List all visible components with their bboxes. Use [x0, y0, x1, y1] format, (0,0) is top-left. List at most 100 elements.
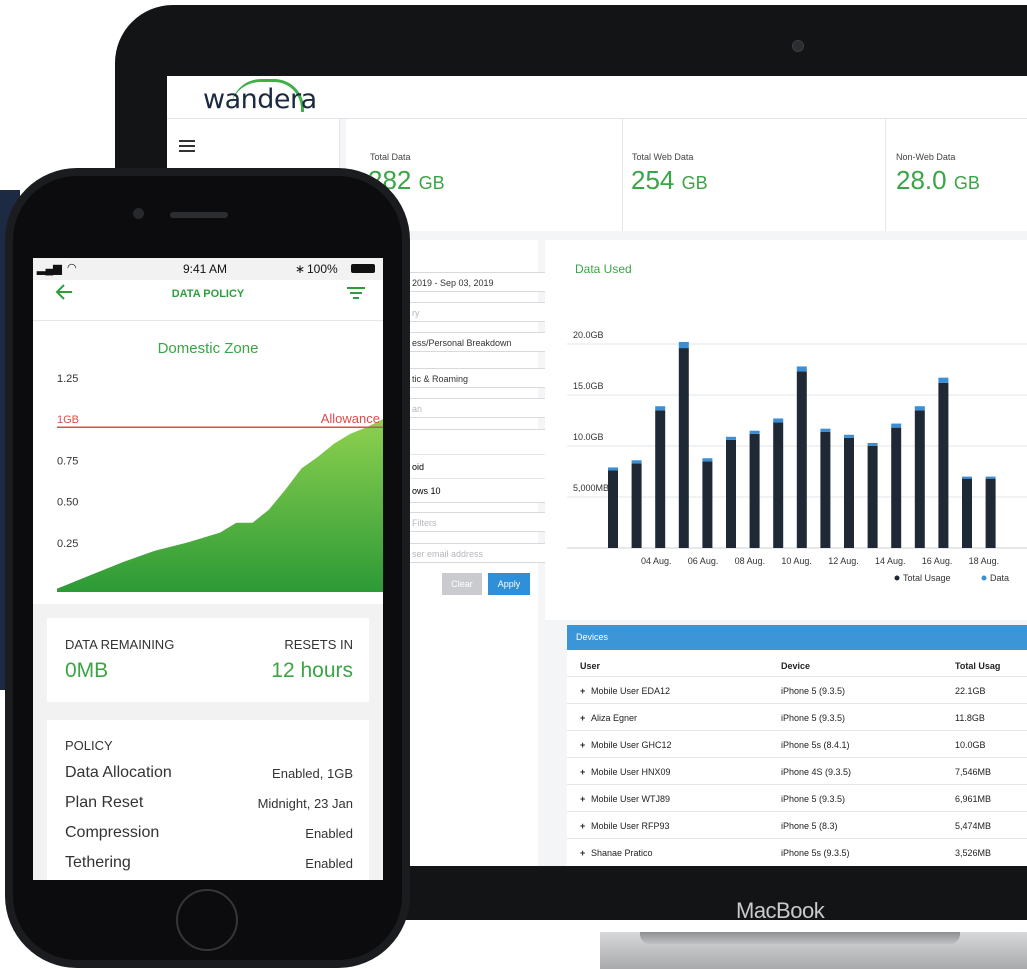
table-row[interactable]: + Shanae Pratico iPhone 5s (9.3.5) 3,526MB: [567, 838, 1027, 866]
bar-total-usage[interactable]: [655, 410, 666, 548]
bar-total-usage[interactable]: [914, 410, 925, 548]
y-tick-label: 0.25: [57, 538, 78, 550]
bar-data-segment[interactable]: [820, 428, 831, 432]
expand-icon[interactable]: +: [580, 821, 585, 831]
col-header-device[interactable]: Device: [781, 661, 810, 671]
policy-row-label: Plan Reset: [65, 794, 144, 811]
table-row[interactable]: + Mobile User EDA12 iPhone 5 (9.3.5) 22.1GB: [567, 676, 1027, 704]
bar-data-segment[interactable]: [773, 418, 784, 423]
os-list: oid ows 10: [405, 429, 563, 503]
bar-data-segment[interactable]: [844, 434, 854, 438]
expand-icon[interactable]: +: [580, 740, 585, 750]
cell-device: iPhone 5 (8.3): [781, 821, 838, 831]
table-row[interactable]: + Mobile User GHC12 iPhone 5s (8.4.1) 10.0G…: [567, 730, 1027, 758]
expand-icon[interactable]: +: [580, 794, 585, 804]
policy-row-label: Tethering: [65, 854, 131, 871]
bar-total-usage[interactable]: [631, 463, 642, 548]
zone-title: Domestic Zone: [157, 340, 259, 357]
bar-total-usage[interactable]: [749, 433, 760, 548]
legend-marker: [894, 575, 900, 581]
table-row[interactable]: + Aliza Egner iPhone 5 (9.3.5) 11.8GB: [567, 703, 1027, 731]
stat-value: 254 GB: [631, 165, 708, 195]
y-tick-label: 5,000MB: [573, 483, 609, 493]
col-header-user[interactable]: User: [580, 661, 600, 671]
filter-select[interactable]: ry▼: [405, 302, 563, 322]
status-bar: ▂▄▆ ◠ 9:41 AM ∗ 100%: [33, 258, 383, 280]
app-logo[interactable]: wandera: [203, 84, 317, 115]
chart-title: Data Used: [575, 262, 632, 276]
expand-icon[interactable]: +: [580, 848, 585, 858]
bar-total-usage[interactable]: [891, 427, 902, 548]
bar-data-segment[interactable]: [914, 406, 925, 411]
bar-total-usage[interactable]: [985, 478, 996, 548]
laptop-camera: [792, 40, 804, 52]
bar-total-usage[interactable]: [844, 437, 854, 548]
clear-button[interactable]: Clear: [442, 573, 482, 595]
policy-row-value: Enabled, 1GB: [272, 766, 353, 781]
table-row[interactable]: + Mobile User RFP93 iPhone 5 (8.3) 5,474MB: [567, 811, 1027, 839]
bar-total-usage[interactable]: [820, 431, 831, 548]
x-tick-label: 14 Aug.: [875, 556, 906, 566]
home-button[interactable]: [176, 889, 238, 951]
cell-device: iPhone 5s (8.4.1): [781, 740, 850, 750]
bar-total-usage[interactable]: [702, 461, 713, 548]
bar-total-usage[interactable]: [726, 439, 736, 548]
bar-data-segment[interactable]: [749, 430, 760, 434]
bar-data-segment[interactable]: [938, 377, 949, 383]
bar-data-segment[interactable]: [796, 366, 807, 372]
bluetooth-icon: ∗: [295, 262, 306, 276]
expand-icon[interactable]: +: [580, 686, 585, 696]
expand-icon[interactable]: +: [580, 713, 585, 723]
cell-usage: 5,474MB: [955, 821, 992, 831]
bar-data-segment[interactable]: [608, 467, 618, 471]
phone-camera: [133, 208, 144, 219]
wifi-icon: ◠: [67, 262, 77, 274]
bar-total-usage[interactable]: [773, 422, 784, 548]
cell-user: Mobile User GHC12: [591, 740, 672, 750]
roaming-select[interactable]: tic & Roaming▼: [405, 368, 563, 388]
cell-usage: 6,961MB: [955, 794, 992, 804]
expand-icon[interactable]: +: [580, 767, 585, 777]
more-filters-select[interactable]: Filters▼: [405, 512, 563, 532]
cell-usage: 10.0GB: [955, 740, 986, 750]
os-item[interactable]: oid: [406, 454, 562, 478]
policy-row-value: Enabled: [305, 826, 353, 841]
app-bar: [33, 280, 383, 321]
x-tick-label: 10 Aug.: [781, 556, 812, 566]
bar-data-segment[interactable]: [702, 458, 713, 462]
bar-data-segment[interactable]: [962, 476, 972, 479]
bar-data-segment[interactable]: [631, 460, 642, 464]
bar-total-usage[interactable]: [867, 446, 878, 548]
usage-area: [57, 418, 383, 592]
y-tick-label: 1.25: [57, 373, 78, 385]
date-range-select[interactable]: 2019 - Sep 03, 2019: [405, 272, 563, 292]
filter-icon[interactable]: [347, 286, 365, 300]
table-row[interactable]: + Mobile User HNX09 iPhone 4S (9.3.5) 7,546…: [567, 757, 1027, 785]
cell-device: iPhone 5 (9.3.5): [781, 794, 846, 804]
bar-data-segment[interactable]: [867, 442, 878, 446]
col-header-usage[interactable]: Total Usag: [955, 661, 1000, 671]
os-item[interactable]: ows 10: [406, 478, 562, 502]
cell-usage: 22.1GB: [955, 686, 986, 696]
bar-data-segment[interactable]: [655, 406, 666, 411]
table-row[interactable]: + Mobile User WTJ89 iPhone 5 (9.3.5) 6,961M…: [567, 784, 1027, 812]
bar-total-usage[interactable]: [796, 371, 807, 548]
policy-row-label: Data Allocation: [65, 764, 172, 781]
email-select[interactable]: ser email address▼: [405, 543, 563, 563]
apply-button[interactable]: Apply: [488, 573, 530, 595]
bar-data-segment[interactable]: [678, 341, 689, 349]
plan-select[interactable]: an▼: [405, 398, 563, 418]
remaining-label: DATA REMAINING: [65, 637, 175, 652]
bar-total-usage[interactable]: [962, 478, 972, 548]
bar-total-usage[interactable]: [608, 470, 618, 548]
bar-data-segment[interactable]: [726, 436, 736, 440]
bar-total-usage[interactable]: [678, 348, 689, 548]
bar-data-segment[interactable]: [985, 476, 996, 479]
stat-value: 28.0 GB: [896, 165, 980, 195]
bar-data-segment[interactable]: [891, 423, 902, 428]
breakdown-select[interactable]: ess/Personal Breakdown: [405, 332, 563, 352]
bar-total-usage[interactable]: [938, 382, 949, 548]
hamburger-menu-icon[interactable]: [179, 140, 195, 152]
devices-header: Devices: [567, 625, 1027, 650]
legend-marker: [981, 575, 987, 581]
